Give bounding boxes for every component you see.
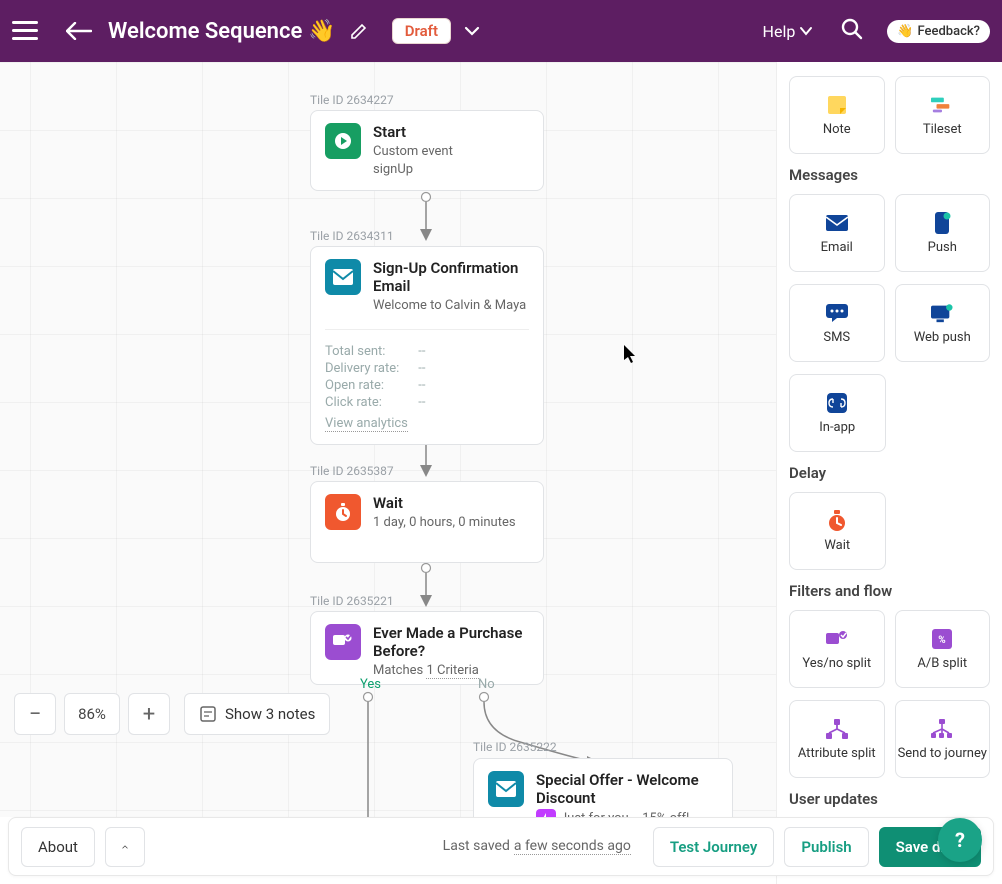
stat-open-value: -- [418,378,425,393]
tile-id-label: Tile ID 2635221 [310,594,394,608]
wait-subtitle: 1 day, 0 hours, 0 minutes [373,514,516,532]
palette-send-journey[interactable]: Send to journey [895,700,991,778]
email-icon [826,212,848,234]
start-icon [325,123,361,159]
email-icon [325,259,361,295]
back-button[interactable] [66,22,92,40]
palette-ab-split[interactable]: %A/B split [895,610,991,688]
canvas[interactable]: Tile ID 2634227 Start Custom event signU… [0,62,776,817]
help-label: Help [763,22,796,41]
status-badge: Draft [392,18,451,44]
stat-delivery-value: -- [418,361,425,376]
email-subtitle: Welcome to Calvin & Maya [373,297,529,315]
help-fab-button[interactable]: ? [938,818,982,862]
start-sub2: signUp [373,161,453,179]
feedback-emoji: 👋 [897,24,913,39]
palette-inapp[interactable]: In-app [789,374,886,452]
help-menu[interactable]: Help [763,22,814,41]
palette-push[interactable]: Push [895,194,991,272]
palette-sms[interactable]: SMS [789,284,885,362]
inapp-icon [826,392,848,414]
stat-open-label: Open rate: [325,378,415,393]
stat-total-value: -- [418,344,425,359]
tile-palette: Note Tileset Messages Email Push SMS Web… [776,62,1002,884]
tile-id-label: Tile ID 2634311 [310,229,394,243]
menu-button[interactable] [12,21,38,41]
palette-webpush[interactable]: Web push [895,284,991,362]
title-emoji: 👋 [308,19,335,44]
status-menu-button[interactable] [463,22,481,41]
stat-click-value: -- [418,395,425,410]
about-button[interactable]: About [21,827,95,867]
page-title: Welcome Sequence 👋 [108,19,336,44]
start-title: Start [373,123,453,141]
split-title: Ever Made a Purchase Before? [373,624,529,660]
panel-section-filters: Filters and flow [789,582,990,600]
branch-no-label: No [478,677,495,692]
panel-section-users: User updates [789,790,990,808]
push-icon [931,212,953,234]
zoom-in-button[interactable]: + [128,693,170,735]
palette-attr-split[interactable]: Attribute split [789,700,885,778]
stopwatch-icon [826,510,848,532]
panel-section-delay: Delay [789,464,990,482]
stopwatch-icon [325,494,361,530]
last-saved: Last saved a few seconds ago [443,838,631,855]
start-tile[interactable]: Start Custom event signUp [310,110,544,191]
view-analytics-link[interactable]: View analytics [325,416,408,432]
stat-click-label: Click rate: [325,395,415,410]
show-notes-button[interactable]: Show 3 notes [184,693,330,735]
zoom-out-button[interactable]: − [14,693,56,735]
webpush-icon [931,302,953,324]
palette-wait[interactable]: Wait [789,492,886,570]
mouse-cursor-icon [624,345,638,363]
test-journey-button[interactable]: Test Journey [653,827,775,867]
expand-button[interactable] [105,827,145,867]
start-sub1: Custom event [373,143,453,161]
zoom-level: 86% [64,693,120,735]
split-icon [325,624,361,660]
topbar: Welcome Sequence 👋 Draft Help 👋 Feedback… [0,0,1002,62]
stat-total-label: Total sent: [325,344,415,359]
sms-icon [826,302,848,324]
palette-tileset[interactable]: Tileset [895,76,991,154]
palette-yesno-split[interactable]: Yes/no split [789,610,885,688]
notes-label: Show 3 notes [225,705,315,723]
wait-title: Wait [373,494,516,512]
svg-text:%: % [939,635,946,646]
split-subtitle: Matches 1 Criteria [373,662,529,680]
tile-id-label: Tile ID 2635387 [310,464,394,478]
feedback-label: Feedback? [918,24,980,39]
ab-icon: % [931,628,953,650]
note-icon [199,705,217,723]
title-text: Welcome Sequence [108,19,302,44]
tileset-icon [931,94,953,116]
palette-note[interactable]: Note [789,76,885,154]
panel-section-messages: Messages [789,166,990,184]
split-tile[interactable]: Ever Made a Purchase Before? Matches 1 C… [310,611,544,685]
wait-tile[interactable]: Wait 1 day, 0 hours, 0 minutes [310,481,544,563]
offer-title: Special Offer - Welcome Discount [536,771,718,807]
yesno-icon [826,628,848,650]
search-button[interactable] [841,18,863,44]
tile-id-label: Tile ID 2634227 [310,93,394,107]
edit-title-button[interactable] [350,22,368,40]
stat-delivery-label: Delivery rate: [325,361,415,376]
tile-id-label: Tile ID 2635222 [473,740,557,754]
bottom-bar: About Last saved a few seconds ago Test … [8,817,994,876]
send-journey-icon [931,718,953,740]
branch-yes-label: Yes [360,677,381,692]
email-icon [488,771,524,807]
feedback-button[interactable]: 👋 Feedback? [887,20,990,43]
palette-email[interactable]: Email [789,194,885,272]
email-title: Sign-Up Confirmation Email [373,259,529,295]
attr-split-icon [826,718,848,740]
publish-button[interactable]: Publish [784,827,868,867]
sticky-note-icon [826,94,848,116]
email-tile[interactable]: Sign-Up Confirmation Email Welcome to Ca… [310,246,544,445]
zoom-controls: − 86% + Show 3 notes [14,693,330,735]
